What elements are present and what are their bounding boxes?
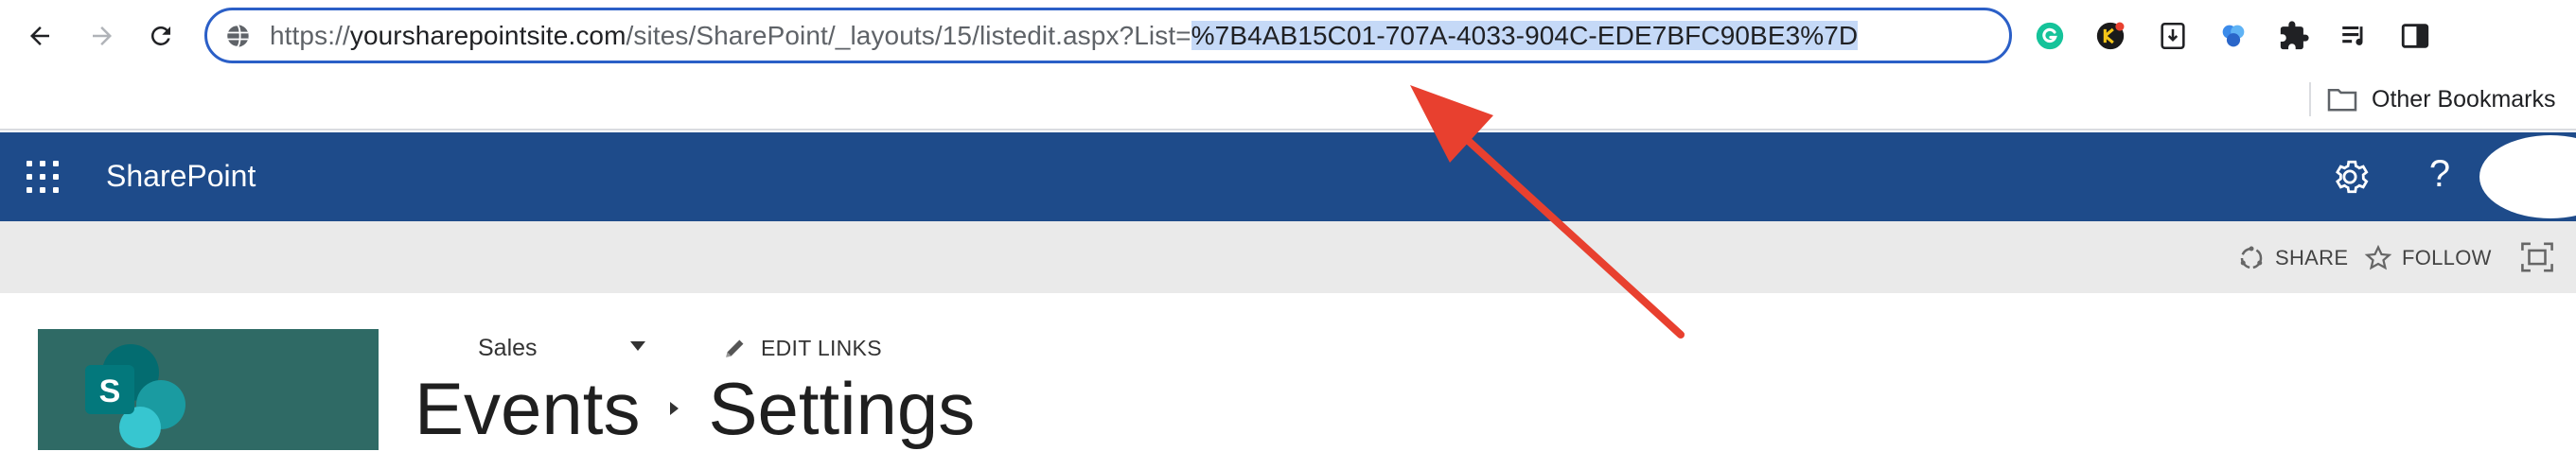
follow-label: FOLLOW	[2402, 246, 2492, 269]
url-selected-list-id: %7B4AB15C01-707A-4033-904C-EDE7BFC90BE3%…	[1191, 21, 1859, 50]
bookmarks-divider	[2309, 82, 2311, 116]
back-arrow-icon[interactable]	[21, 17, 59, 55]
share-button[interactable]: SHARE	[2237, 240, 2348, 276]
grammarly-icon[interactable]	[2031, 17, 2069, 55]
follow-button[interactable]: FOLLOW	[2364, 240, 2492, 276]
suite-bar: SharePoint ?	[0, 132, 2576, 221]
site-nav-sales[interactable]: Sales	[478, 335, 538, 362]
folder-icon	[2327, 88, 2357, 112]
edit-links-button[interactable]: EDIT LINKS	[723, 333, 882, 363]
share-icon	[2240, 246, 2263, 269]
extension-icon[interactable]	[2154, 17, 2192, 55]
url-prefix: https://	[270, 21, 350, 50]
side-panel-icon[interactable]	[2396, 17, 2434, 55]
other-bookmarks-label: Other Bookmarks	[2372, 85, 2556, 113]
app-launcher-icon[interactable]	[26, 161, 59, 193]
star-icon	[2364, 244, 2392, 270]
site-info-icon[interactable]	[224, 23, 251, 49]
copilot-icon[interactable]	[2214, 17, 2252, 55]
media-queue-icon[interactable]	[2336, 17, 2373, 55]
puzzle-icon[interactable]	[2275, 17, 2313, 55]
avatar[interactable]	[2479, 135, 2576, 218]
breadcrumb: Events Settings	[415, 363, 975, 454]
site-logo[interactable]: S	[38, 329, 379, 450]
brand-name[interactable]: SharePoint	[106, 159, 256, 194]
address-bar[interactable]: https://yoursharepointsite.com/sites/Sha…	[204, 8, 2012, 63]
keeper-icon[interactable]	[2091, 17, 2129, 55]
sharepoint-logo-icon: S	[85, 344, 185, 448]
focus-mode-icon[interactable]	[2521, 242, 2553, 272]
help-icon[interactable]: ?	[2423, 153, 2457, 196]
forward-arrow-icon[interactable]	[83, 17, 121, 55]
chevron-right-icon	[670, 402, 679, 415]
logo-letter: S	[99, 373, 121, 409]
url-path: /sites/SharePoint/_layouts/15/listedit.a…	[626, 21, 1191, 50]
share-label: SHARE	[2275, 246, 2349, 269]
page-title: Settings	[708, 366, 976, 450]
other-bookmarks[interactable]: Other Bookmarks	[2326, 80, 2556, 118]
pencil-icon	[726, 339, 744, 357]
browser-toolbar: https://yoursharepointsite.com/sites/Sha…	[0, 0, 2576, 71]
action-strip: SHARE FOLLOW	[0, 221, 2576, 293]
url-text[interactable]: https://yoursharepointsite.com/sites/Sha…	[270, 21, 1859, 51]
breadcrumb-events-link[interactable]: Events	[415, 366, 640, 452]
edit-links-label: EDIT LINKS	[761, 335, 882, 360]
bookmarks-bar: Other Bookmarks	[0, 71, 2576, 130]
gear-icon[interactable]	[2330, 157, 2370, 197]
url-host: yoursharepointsite.com	[349, 21, 626, 50]
reload-icon[interactable]	[142, 17, 180, 55]
caret-down-icon[interactable]	[628, 339, 647, 354]
